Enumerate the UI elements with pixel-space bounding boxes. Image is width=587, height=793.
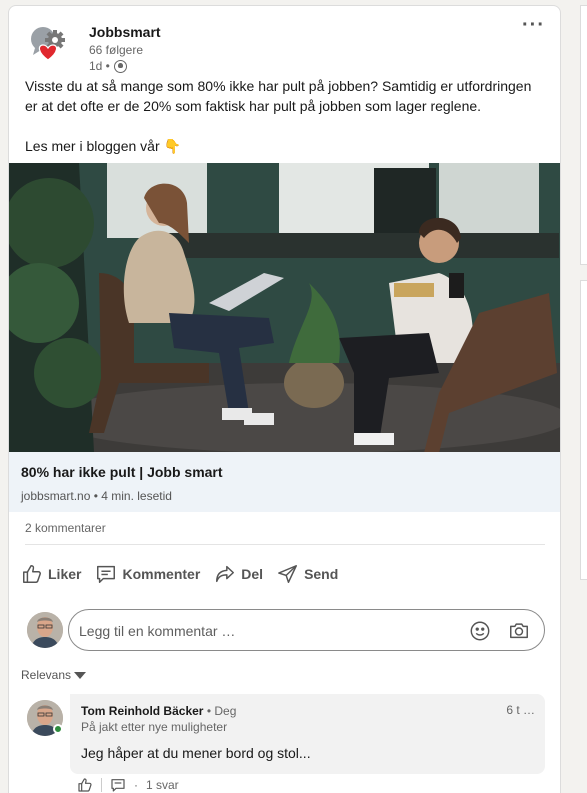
- comment-like-icon[interactable]: [77, 777, 93, 793]
- post-paragraph-blog: Les mer i bloggen vår 👇: [25, 136, 545, 156]
- share-icon: [216, 565, 235, 583]
- comment-input-box[interactable]: [68, 609, 545, 651]
- like-label: Liker: [48, 566, 82, 582]
- post-text: Visste du at så mange som 80% ikke har p…: [25, 76, 545, 156]
- comment-count[interactable]: 2 kommentarer: [25, 521, 106, 535]
- online-status-dot: [53, 724, 63, 734]
- link-source: jobbsmart.no • 4 min. lesetid: [21, 489, 172, 503]
- commenter-headline: På jakt etter nye muligheter: [81, 720, 228, 734]
- thumbs-up-icon: [23, 565, 41, 583]
- comment-actions: · 1 svar: [77, 777, 179, 793]
- more-options-icon[interactable]: ···: [522, 15, 545, 35]
- send-label: Send: [304, 566, 339, 582]
- caret-down-icon: [74, 671, 87, 679]
- comment-icon: [97, 565, 116, 583]
- share-button[interactable]: Del: [214, 563, 263, 585]
- office-photo-illustration: [9, 163, 560, 452]
- post-meta: 1d •: [89, 59, 127, 73]
- comment-text: Jeg håper at du mener bord og stol...: [81, 745, 311, 761]
- comment-button[interactable]: Kommenter: [95, 563, 200, 585]
- separator: [101, 778, 102, 792]
- reply-separator: ·: [134, 778, 138, 792]
- current-user-avatar[interactable]: [27, 612, 63, 648]
- user-avatar-portrait: [27, 612, 63, 648]
- connection-degree: • Deg: [206, 704, 237, 718]
- link-title[interactable]: 80% har ikke pult | Jobb smart: [21, 464, 223, 480]
- sort-dropdown[interactable]: Relevans: [21, 668, 87, 682]
- sort-label: Relevans: [21, 668, 72, 682]
- follower-count: 66 følgere: [89, 43, 144, 57]
- post-header: Jobbsmart 66 følgere 1d • ···: [25, 15, 545, 73]
- comment-bubble: Tom Reinhold Bäcker • Deg På jakt etter …: [70, 694, 545, 774]
- comment-input[interactable]: [79, 620, 459, 642]
- send-icon: [278, 565, 298, 583]
- post-paragraph: Visste du at så mange som 80% ikke har p…: [25, 78, 532, 114]
- emoji-icon[interactable]: [469, 620, 491, 642]
- comment-label: Kommenter: [122, 566, 201, 582]
- comment-more-icon[interactable]: …: [523, 703, 535, 717]
- blog-text: Les mer i bloggen vår: [25, 138, 160, 154]
- like-button[interactable]: Liker: [21, 563, 81, 585]
- send-button[interactable]: Send: [277, 563, 338, 585]
- right-rail-card-2: [580, 280, 587, 580]
- camera-icon[interactable]: [508, 620, 530, 642]
- company-name[interactable]: Jobbsmart: [89, 24, 161, 40]
- reply-count[interactable]: 1 svar: [146, 778, 179, 792]
- comment-meta: 6 t …: [506, 703, 535, 717]
- post-image[interactable]: [9, 163, 560, 452]
- commenter-name[interactable]: Tom Reinhold Bäcker: [81, 704, 203, 718]
- right-rail-card: [580, 5, 587, 265]
- company-logo[interactable]: [29, 24, 69, 64]
- comment-time: 6 t: [506, 703, 520, 717]
- globe-icon: [113, 59, 127, 73]
- commenter-name-line: Tom Reinhold Bäcker • Deg: [81, 704, 236, 718]
- link-preview[interactable]: 80% har ikke pult | Jobb smart jobbsmart…: [9, 452, 560, 512]
- feed-post-card: Jobbsmart 66 følgere 1d • ··· Visste du …: [8, 5, 561, 793]
- pointing-down-icon: 👇: [163, 138, 181, 154]
- social-actions-bar: Liker Kommenter Del Send: [21, 559, 551, 589]
- divider: [25, 544, 545, 545]
- comment-reply-icon[interactable]: [110, 777, 126, 793]
- share-label: Del: [241, 566, 264, 582]
- post-time: 1d •: [89, 59, 110, 73]
